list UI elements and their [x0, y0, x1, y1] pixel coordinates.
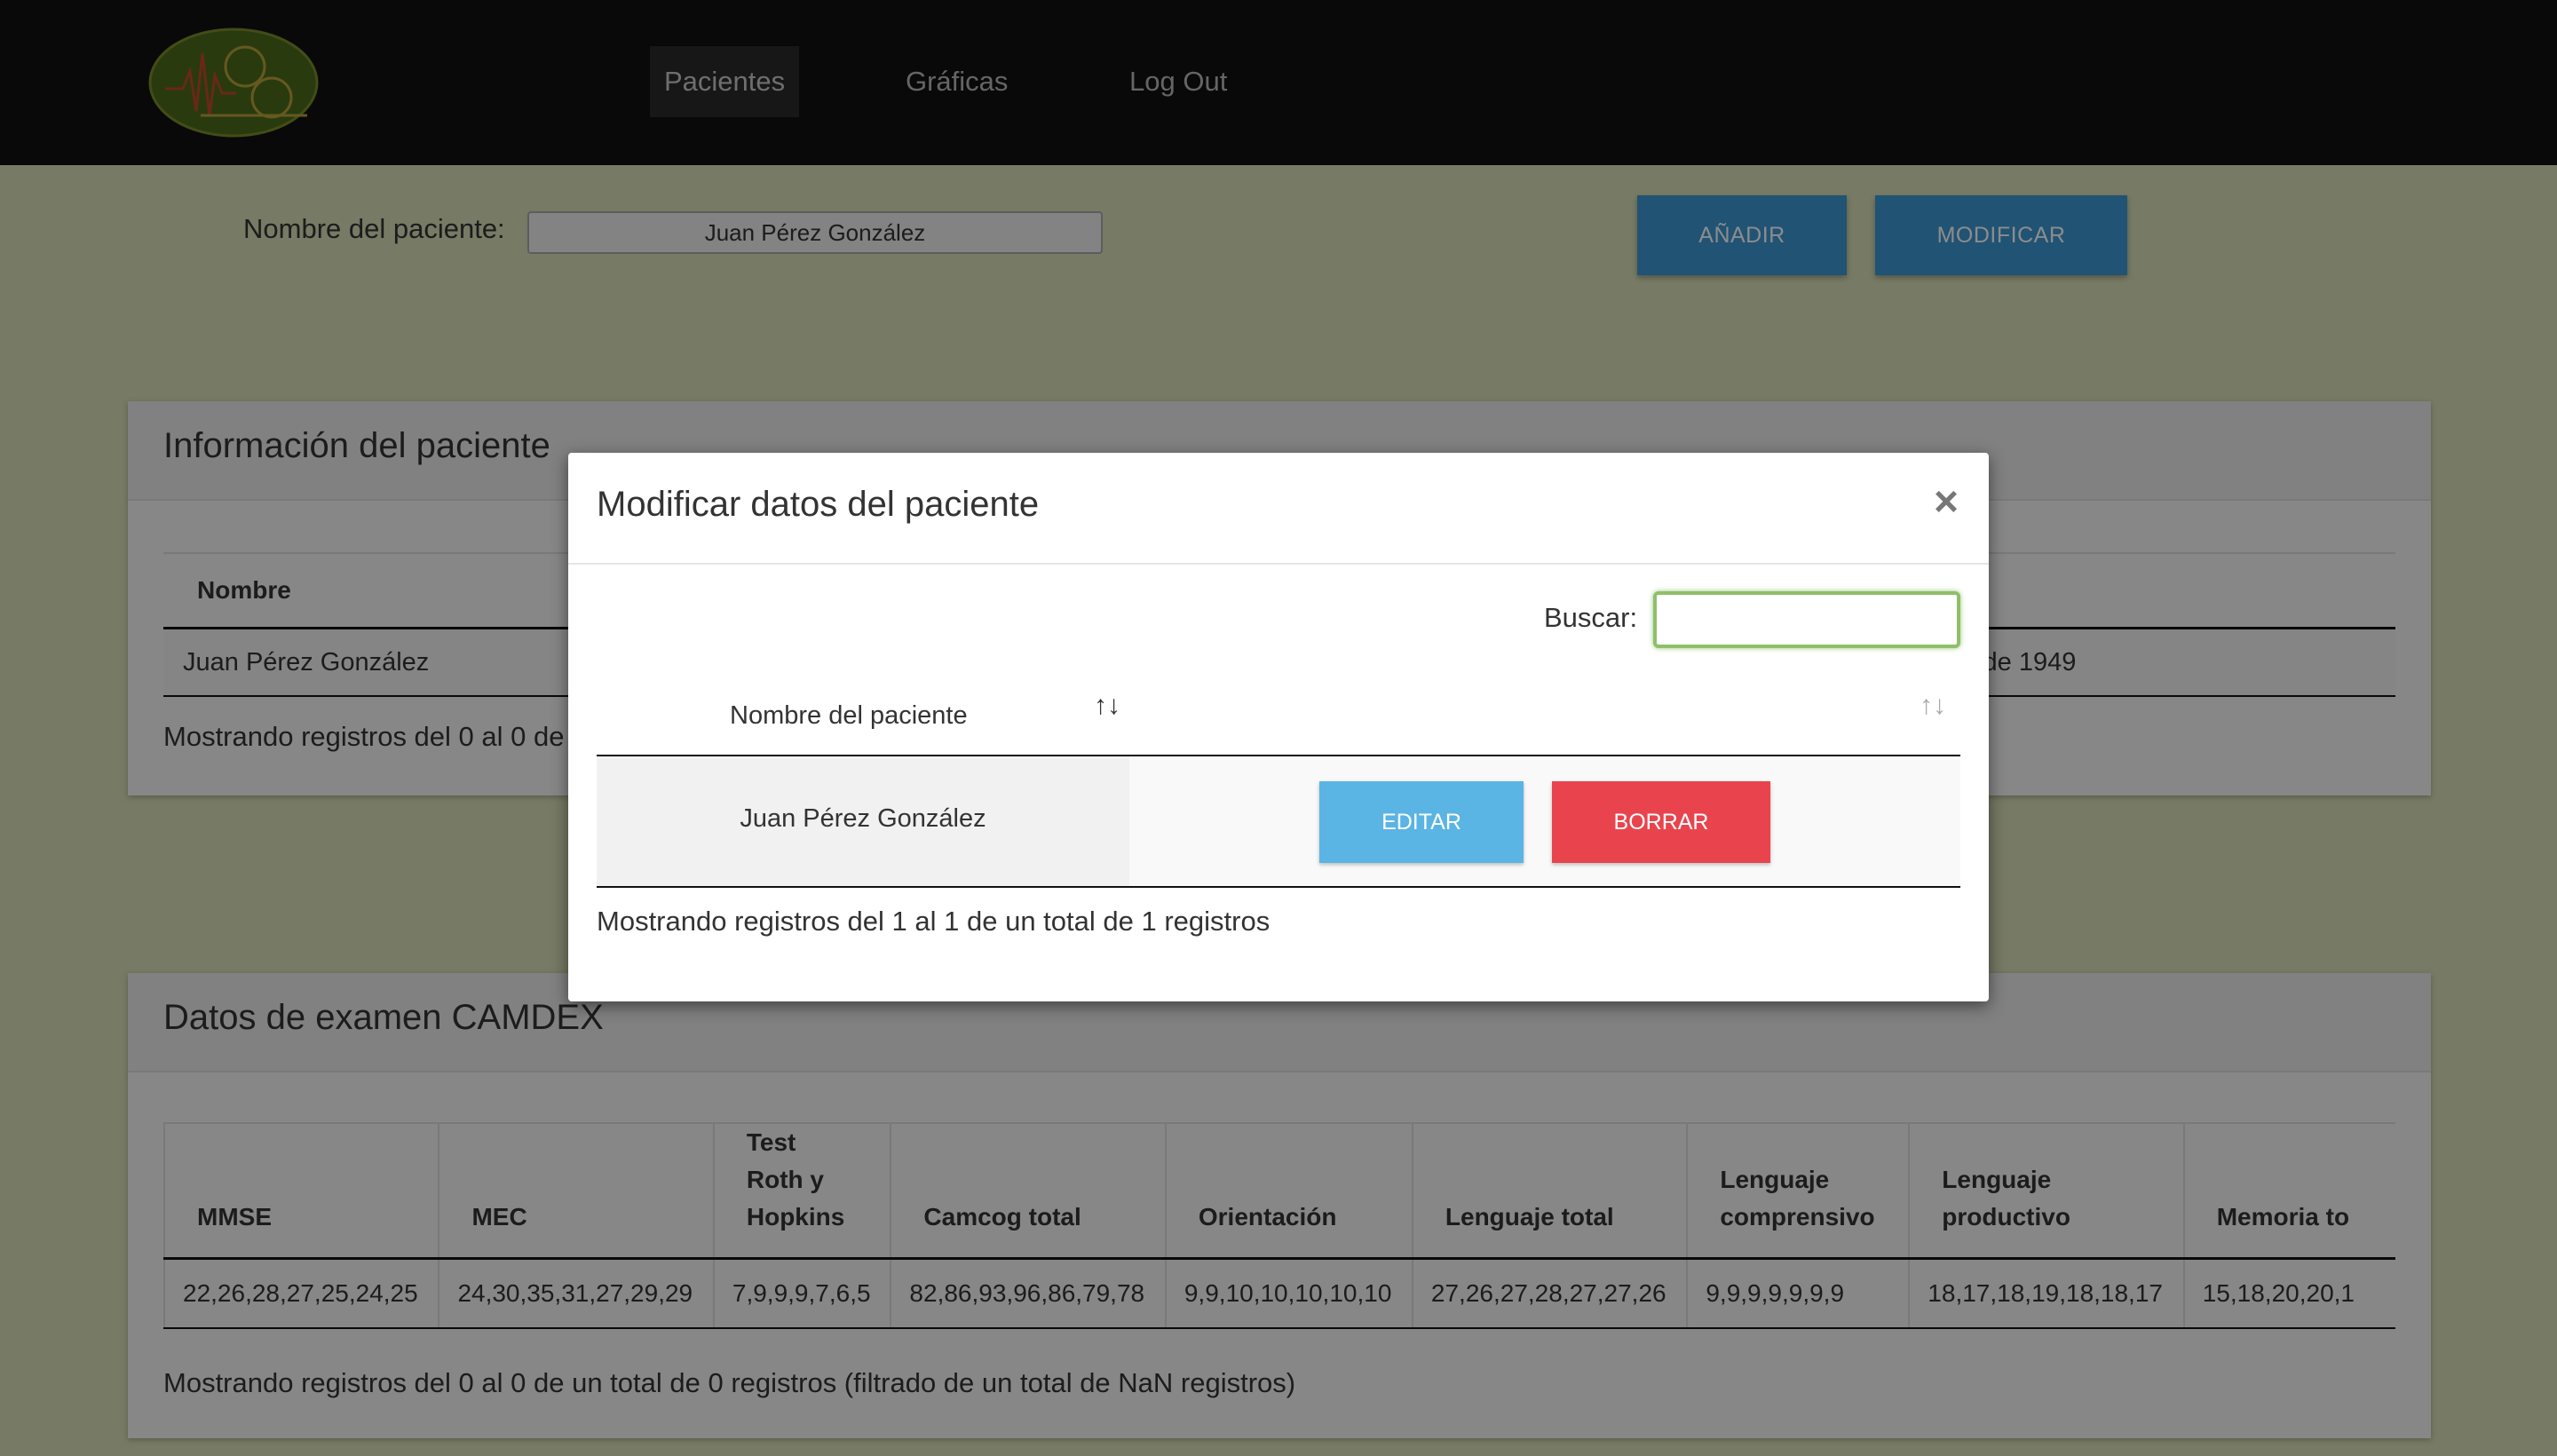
table-info-text: Mostrando registros del 1 al 1 de un tot…	[597, 906, 1271, 937]
modal-title: Modificar datos del paciente	[597, 485, 1040, 524]
sort-icon[interactable]: ↑↓	[1094, 691, 1120, 721]
cell-patient-name: Juan Pérez González	[597, 756, 1129, 886]
search-label: Buscar:	[1544, 602, 1638, 633]
search-input[interactable]	[1653, 591, 1960, 648]
patient-name-text: Juan Pérez González	[740, 804, 986, 833]
column-header-nombre-paciente[interactable]: Nombre del paciente	[730, 701, 968, 731]
close-icon[interactable]: ×	[1934, 478, 1959, 526]
modal-header: Modificar datos del paciente ×	[568, 453, 1989, 565]
modal-table-header: Nombre del paciente ↑↓ ↑↓	[597, 666, 1960, 756]
delete-button[interactable]: BORRAR	[1552, 781, 1770, 863]
sort-icon[interactable]: ↑↓	[1920, 691, 1946, 721]
edit-button[interactable]: EDITAR	[1319, 781, 1524, 863]
table-row: Juan Pérez González EDITAR BORRAR	[597, 756, 1960, 888]
modify-patient-modal: Modificar datos del paciente × Buscar: N…	[568, 453, 1989, 1001]
